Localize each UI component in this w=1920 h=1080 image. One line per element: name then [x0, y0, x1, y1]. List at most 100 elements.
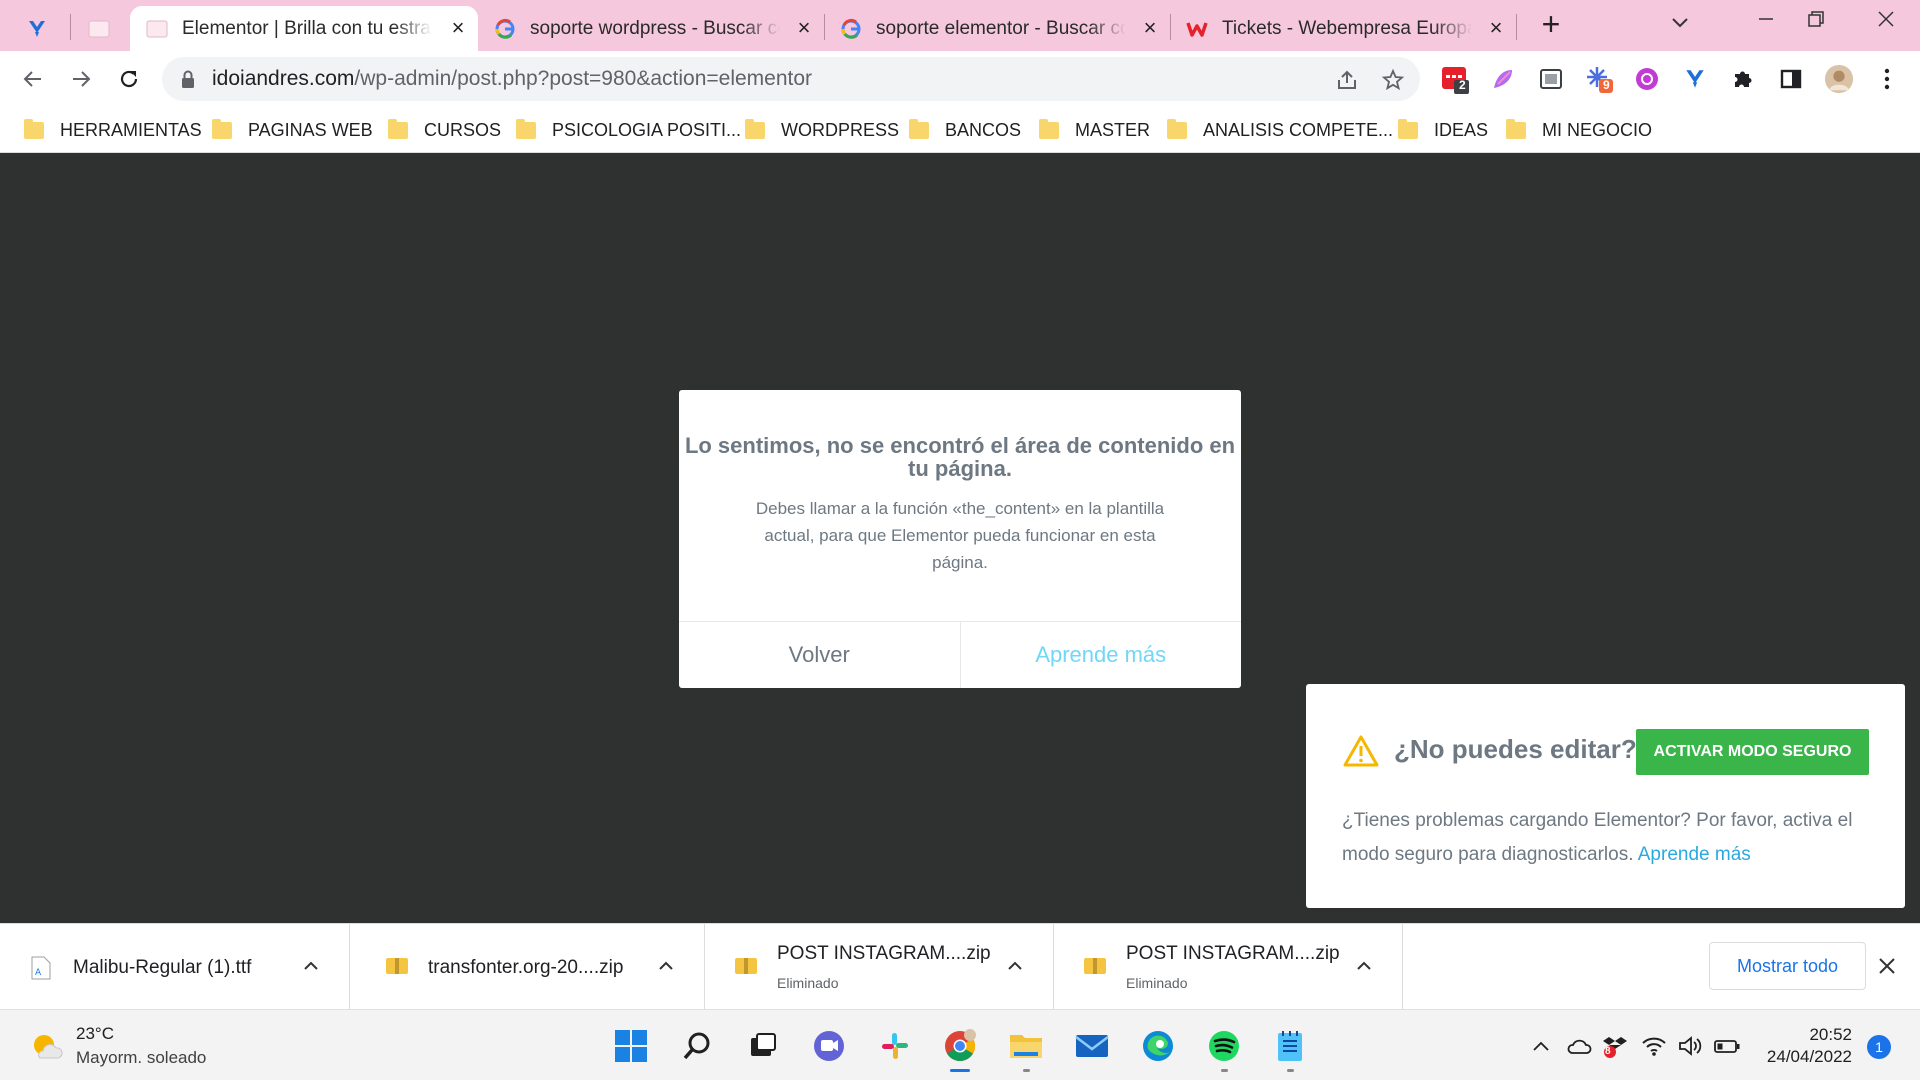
- address-bar[interactable]: idoiandres.com/wp-admin/post.php?post=98…: [162, 57, 1420, 101]
- notice-text: ¿Tienes problemas cargando Elementor? Po…: [1342, 804, 1882, 872]
- notepad-icon: [1278, 1031, 1302, 1061]
- tab-soporte-wordpress[interactable]: soporte wordpress - Buscar con Google ×: [488, 6, 824, 51]
- download-item[interactable]: POST INSTAGRAM....zip Eliminado: [1053, 924, 1403, 1010]
- bookmark-folder-wordpress[interactable]: WORDPRESS: [745, 115, 899, 145]
- bookmark-folder-herramientas[interactable]: HERRAMIENTAS: [24, 115, 202, 145]
- yoast-extension-icon[interactable]: [1680, 64, 1710, 94]
- folder-icon: [1506, 118, 1526, 139]
- extensions-puzzle-icon[interactable]: [1728, 64, 1758, 94]
- new-tab-button[interactable]: +: [1536, 8, 1566, 40]
- folder-icon: [388, 118, 408, 139]
- chevron-up-icon[interactable]: [1356, 958, 1372, 976]
- volume-icon[interactable]: [1676, 1032, 1704, 1060]
- close-icon[interactable]: [1878, 954, 1896, 982]
- folder-icon: [909, 118, 929, 139]
- running-indicator: [1221, 1069, 1228, 1072]
- spotify-app[interactable]: [1202, 1024, 1246, 1072]
- content-area-not-found-dialog: Lo sentimos, no se encontró el área de c…: [679, 390, 1241, 688]
- zip-file-icon: [385, 956, 409, 981]
- download-item[interactable]: POST INSTAGRAM....zip Eliminado: [704, 924, 1054, 1010]
- show-all-downloads-button[interactable]: Mostrar todo: [1709, 942, 1866, 990]
- dialog-message: Debes llamar a la función «the_content» …: [755, 499, 1165, 572]
- back-button[interactable]: Volver: [679, 622, 961, 688]
- record-extension-icon[interactable]: [1632, 64, 1662, 94]
- chevron-up-icon[interactable]: [1007, 958, 1023, 976]
- pinned-tab-site[interactable]: [88, 6, 120, 51]
- notepad-app[interactable]: [1268, 1024, 1312, 1072]
- feather-extension-icon[interactable]: [1488, 64, 1518, 94]
- download-status: Eliminado: [1126, 975, 1188, 991]
- teams-chat-button[interactable]: [807, 1024, 851, 1068]
- chevron-up-icon[interactable]: [303, 958, 319, 976]
- slack-icon: [882, 1033, 908, 1059]
- download-item[interactable]: A Malibu-Regular (1).ttf: [0, 924, 350, 1010]
- tab-tickets-webempresa[interactable]: Tickets - Webempresa Europa S.L. ×: [1180, 6, 1516, 51]
- activate-safe-mode-button[interactable]: ACTIVAR MODO SEGURO: [1636, 729, 1869, 775]
- avatar[interactable]: [1824, 64, 1854, 94]
- notification-badge[interactable]: 1: [1867, 1035, 1891, 1059]
- onedrive-cloud-icon[interactable]: [1565, 1032, 1593, 1060]
- sun-cloud-icon[interactable]: [30, 1032, 64, 1067]
- side-panel-icon[interactable]: [1776, 64, 1806, 94]
- tab-soporte-elementor[interactable]: soporte elementor - Buscar con Google ×: [834, 6, 1170, 51]
- download-filename: transfonter.org-20....zip: [428, 957, 624, 978]
- close-window-button[interactable]: [1866, 8, 1906, 38]
- bookmark-folder-mi-negocio[interactable]: MI NEGOCIO: [1506, 115, 1652, 145]
- close-tab-icon[interactable]: ×: [794, 17, 814, 39]
- share-icon[interactable]: [1334, 67, 1360, 93]
- start-button[interactable]: [609, 1024, 653, 1068]
- screenshot-extension-icon[interactable]: [1536, 64, 1566, 94]
- download-item[interactable]: transfonter.org-20....zip: [355, 924, 705, 1010]
- bookmark-folder-paginas-web[interactable]: PAGINAS WEB: [212, 115, 373, 145]
- file-explorer-app[interactable]: [1004, 1024, 1048, 1072]
- asterisk-extension-icon[interactable]: 9: [1584, 64, 1614, 94]
- chrome-app[interactable]: [938, 1024, 982, 1072]
- dialog-buttons: Volver Aprende más: [679, 621, 1241, 688]
- bookmark-label: WORDPRESS: [781, 119, 900, 140]
- dropbox-icon[interactable]: 8: [1601, 1032, 1629, 1060]
- mail-app[interactable]: [1070, 1024, 1114, 1068]
- close-tab-icon[interactable]: ×: [448, 17, 468, 39]
- chevron-up-icon[interactable]: [658, 958, 674, 976]
- calendar-extension-icon[interactable]: 2: [1440, 64, 1470, 94]
- close-tab-icon[interactable]: ×: [1140, 17, 1160, 39]
- bookmark-folder-cursos[interactable]: CURSOS: [388, 115, 501, 145]
- bookmark-folder-psicologia[interactable]: PSICOLOGIA POSITI...: [516, 115, 741, 145]
- notice-title: ¿No puedes editar?: [1394, 734, 1637, 764]
- tab-search-button[interactable]: [1660, 8, 1700, 38]
- menu-kebab-icon[interactable]: [1872, 64, 1902, 94]
- folder-icon: [745, 118, 765, 139]
- bookmark-star-icon[interactable]: [1380, 67, 1406, 93]
- reload-button[interactable]: [113, 63, 145, 95]
- system-clock[interactable]: 20:52 24/04/2022: [1762, 1024, 1852, 1068]
- minimize-button[interactable]: [1746, 8, 1786, 38]
- reload-icon: [120, 70, 138, 88]
- site-favicon-icon: [88, 18, 110, 40]
- search-button[interactable]: [675, 1024, 719, 1068]
- battery-icon[interactable]: [1713, 1032, 1741, 1060]
- arrow-right-icon: [73, 71, 91, 87]
- lock-icon[interactable]: [180, 69, 196, 94]
- slack-app[interactable]: [873, 1024, 917, 1068]
- download-filename: POST INSTAGRAM....zip: [777, 943, 991, 964]
- back-button[interactable]: [17, 63, 49, 95]
- pinned-tab-yoast[interactable]: [26, 6, 58, 51]
- show-hidden-icons-chevron-up-icon[interactable]: [1527, 1032, 1555, 1060]
- wifi-icon[interactable]: [1640, 1032, 1668, 1060]
- bookmark-folder-ideas[interactable]: IDEAS: [1398, 115, 1488, 145]
- restore-button[interactable]: [1796, 8, 1836, 38]
- bookmark-folder-bancos[interactable]: BANCOS: [909, 115, 1021, 145]
- task-view-button[interactable]: [741, 1024, 785, 1068]
- forward-button[interactable]: [65, 63, 97, 95]
- tab-elementor[interactable]: Elementor | Brilla con tu estrategia ×: [130, 6, 478, 51]
- bookmark-folder-master[interactable]: MASTER: [1039, 115, 1150, 145]
- bookmark-label: MI NEGOCIO: [1542, 119, 1653, 140]
- bookmark-folder-analisis[interactable]: ANALISIS COMPETE...: [1167, 115, 1393, 145]
- weather-condition: Mayorm. soleado: [76, 1048, 207, 1067]
- close-tab-icon[interactable]: ×: [1486, 17, 1506, 39]
- notice-learn-more-link[interactable]: Aprende más: [1638, 844, 1751, 865]
- edge-app[interactable]: [1136, 1024, 1180, 1068]
- url-path: /wp-admin/post.php?post=980&action=eleme…: [354, 67, 813, 90]
- learn-more-button[interactable]: Aprende más: [961, 622, 1242, 688]
- minimize-icon: [1759, 18, 1773, 20]
